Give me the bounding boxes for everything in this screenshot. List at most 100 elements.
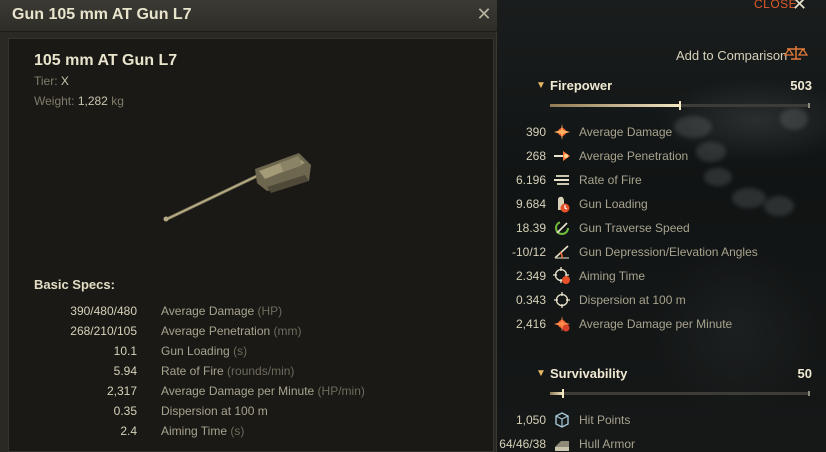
damage-icon — [554, 124, 570, 140]
hull-armor-icon — [555, 441, 569, 451]
stat-row: 2.349 Aiming Time — [496, 266, 826, 288]
stat-row: 390 Average Damage — [496, 122, 826, 144]
spec-value: 390/480/480 — [70, 304, 137, 318]
stat-label: Gun Depression/Elevation Angles — [579, 245, 758, 259]
spec-value: 268/210/105 — [70, 324, 137, 338]
spec-unit: (s) — [230, 424, 245, 438]
spec-unit: (rounds/min) — [227, 364, 295, 378]
stat-value: 0.343 — [515, 293, 546, 307]
stat-row: 2,416 Average Damage per Minute — [496, 314, 826, 336]
window-title: Gun 105 mm AT Gun L7 — [12, 6, 192, 23]
shell-loading-icon — [558, 196, 570, 213]
weight-value: 1,282 — [77, 94, 108, 108]
stat-row: 18.39 Gun Traverse Speed — [496, 218, 826, 240]
section-title: Firepower — [550, 78, 613, 93]
stat-value: 390 — [525, 125, 546, 139]
spec-unit: (mm) — [273, 324, 302, 338]
stat-label: Average Damage per Minute — [579, 317, 733, 331]
add-to-comparison-link[interactable]: Add to Comparison — [676, 48, 787, 63]
spec-label: Gun Loading — [161, 344, 230, 358]
stat-row: 1,050 Hit Points — [496, 410, 826, 432]
spec-value: 0.35 — [113, 404, 137, 418]
spec-label: Dispersion at 100 m — [161, 404, 268, 418]
angles-icon — [554, 245, 569, 259]
spec-row: 268/210/105 Average Penetration (mm) — [9, 324, 479, 344]
stat-value: 268 — [525, 149, 546, 163]
basic-specs-title: Basic Specs: — [34, 277, 115, 292]
stat-value: 2,416 — [515, 317, 546, 331]
spec-row: 2,317 Average Damage per Minute (HP/min) — [9, 384, 479, 404]
stat-value: 9.684 — [515, 197, 546, 211]
close-icon[interactable]: ✕ — [792, 0, 807, 15]
stat-label: Gun Loading — [579, 197, 648, 211]
spec-row: 390/480/480 Average Damage (HP) — [9, 304, 479, 324]
aiming-time-icon — [553, 267, 570, 284]
rate-of-fire-icon — [554, 175, 569, 185]
close-icon[interactable]: ✕ — [474, 4, 494, 24]
stat-row: 9.684 Gun Loading — [496, 194, 826, 216]
bar-end-tick — [808, 103, 810, 108]
module-details-panel: 105 mm AT Gun L7 Tier: X Weight: 1,282 k… — [8, 38, 494, 452]
spec-unit: (s) — [233, 344, 248, 358]
spec-label: Average Penetration — [161, 324, 271, 338]
penetration-icon — [554, 151, 570, 161]
stat-row: 268 Average Penetration — [496, 146, 826, 168]
section-value: 50 — [797, 366, 812, 381]
stat-label: Dispersion at 100 m — [579, 293, 686, 307]
firepower-bar-marker — [679, 101, 681, 110]
stat-row: 6.196 Rate of Fire — [496, 170, 826, 192]
survivability-bar — [550, 389, 810, 398]
spec-value: 2.4 — [120, 424, 137, 438]
damage-per-minute-icon — [554, 316, 570, 332]
stat-value: 64/46/38 — [499, 437, 546, 451]
spec-unit: (HP/min) — [317, 384, 365, 398]
stat-label: Hit Points — [579, 413, 631, 427]
stat-value: 2.349 — [515, 269, 546, 283]
spec-label: Rate of Fire — [161, 364, 224, 378]
stat-label: Aiming Time — [579, 269, 646, 283]
module-info-window: Gun 105 mm AT Gun L7 ✕ 105 mm AT Gun L7 … — [0, 0, 497, 452]
spec-value: 2,317 — [106, 384, 137, 398]
stat-label: Gun Traverse Speed — [579, 221, 690, 235]
spec-label: Average Damage per Minute — [161, 384, 315, 398]
firepower-section-header[interactable]: ▼ Firepower 503 — [536, 78, 812, 98]
traverse-icon — [555, 221, 569, 235]
weight-label: Weight: — [34, 94, 75, 108]
spec-label: Average Damage — [161, 304, 255, 318]
stat-label: Hull Armor — [579, 437, 636, 451]
chevron-down-icon: ▼ — [536, 368, 546, 379]
spec-unit: (HP) — [257, 304, 283, 318]
stat-row: -10/12 Gun Depression/Elevation Angles — [496, 242, 826, 264]
weight-unit: kg — [111, 94, 124, 108]
module-name: 105 mm AT Gun L7 — [34, 52, 178, 69]
spec-label: Aiming Time — [161, 424, 228, 438]
stat-label: Average Penetration — [579, 149, 689, 163]
crosshair-icon — [554, 292, 570, 308]
spec-row: 2.4 Aiming Time (s) — [9, 424, 479, 444]
stat-label: Average Damage — [579, 125, 673, 139]
bar-end-tick — [808, 391, 810, 396]
tier-label: Tier: — [34, 74, 58, 88]
spec-row: 5.94 Rate of Fire (rounds/min) — [9, 364, 479, 384]
tier-value: X — [60, 74, 69, 88]
spec-value: 5.94 — [113, 364, 137, 378]
section-value: 503 — [790, 78, 812, 93]
stat-value: 1,050 — [515, 413, 546, 427]
stat-value: 18.39 — [515, 221, 546, 235]
scales-icon[interactable] — [784, 44, 808, 62]
stat-label: Rate of Fire — [579, 173, 642, 187]
tier-row: Tier: X — [34, 74, 69, 88]
firepower-bar — [550, 101, 810, 110]
window-titlebar: Gun 105 mm AT Gun L7 ✕ — [0, 0, 497, 32]
survivability-section-header[interactable]: ▼ Survivability 50 — [536, 366, 812, 386]
survivability-bar-marker — [562, 389, 564, 398]
stat-row: 0.343 Dispersion at 100 m — [496, 290, 826, 312]
stat-value: -10/12 — [511, 245, 546, 259]
stat-row: 64/46/38 Hull Armor — [496, 434, 826, 452]
hit-points-icon — [555, 412, 569, 428]
stat-value: 6.196 — [515, 173, 546, 187]
spec-row: 10.1 Gun Loading (s) — [9, 344, 479, 364]
section-title: Survivability — [550, 366, 628, 381]
close-link[interactable]: CLOSE — [754, 0, 797, 11]
spec-row: 0.35 Dispersion at 100 m — [9, 404, 479, 424]
